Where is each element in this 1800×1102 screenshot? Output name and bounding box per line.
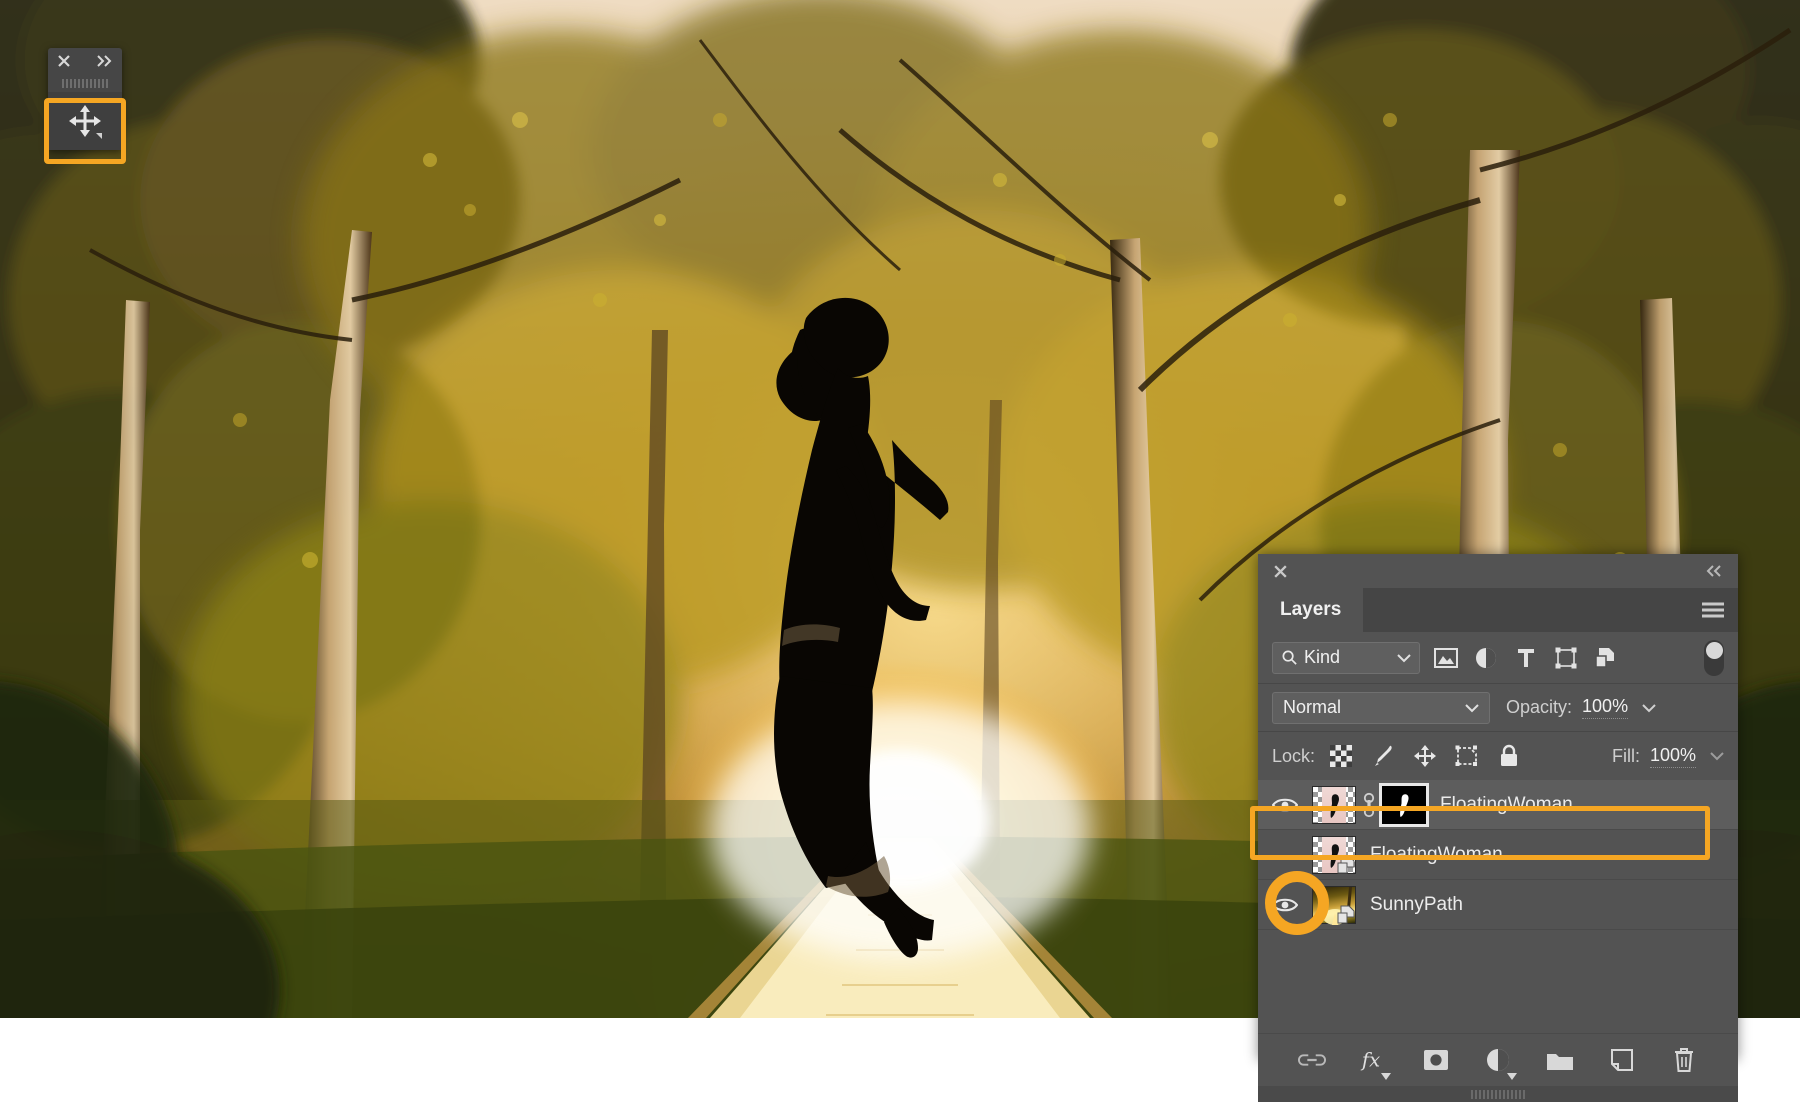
tab-layers-label: Layers (1280, 599, 1341, 621)
type-layer-filter-icon[interactable] (1514, 646, 1538, 670)
smart-object-badge-icon (1337, 855, 1357, 875)
blend-mode-row[interactable]: Normal Opacity: 100% (1258, 684, 1738, 732)
opacity-label: Opacity: (1506, 697, 1572, 718)
delete-layer-icon[interactable] (1670, 1046, 1698, 1074)
layer-name[interactable]: FloatingWoman (1370, 844, 1503, 866)
opacity-value[interactable]: 100% (1582, 696, 1628, 719)
lock-transparent-pixels-icon[interactable] (1329, 744, 1353, 768)
layer-thumbnail[interactable] (1312, 836, 1356, 874)
tools-panel[interactable] (48, 48, 122, 150)
search-icon (1281, 649, 1298, 666)
move-tool-button[interactable] (48, 92, 122, 150)
double-chevron-right-icon[interactable] (96, 54, 114, 68)
panel-close-icon[interactable] (1272, 563, 1289, 580)
smart-object-filter-icon[interactable] (1594, 646, 1618, 670)
blend-mode-select[interactable]: Normal (1272, 692, 1490, 724)
opacity-dropdown-icon[interactable] (1642, 703, 1656, 713)
blend-mode-value: Normal (1283, 697, 1465, 718)
layers-panel-titlebar (1258, 554, 1738, 588)
chevron-down-icon[interactable] (1465, 703, 1479, 713)
new-layer-icon[interactable] (1608, 1046, 1636, 1074)
layer-mask-thumbnail[interactable] (1382, 786, 1426, 824)
close-icon[interactable] (56, 53, 72, 69)
filter-kind-select[interactable]: Kind (1272, 642, 1420, 674)
adjustment-layer-filter-icon[interactable] (1474, 646, 1498, 670)
eye-visible-icon (1272, 796, 1298, 814)
lock-position-icon[interactable] (1413, 744, 1437, 768)
chevron-down-icon[interactable] (1397, 653, 1411, 663)
layers-panel-tabbar[interactable]: Layers (1258, 588, 1738, 632)
filter-kind-value: Kind (1304, 647, 1391, 668)
lock-image-pixels-icon[interactable] (1371, 744, 1395, 768)
layer-visibility-toggle[interactable] (1258, 830, 1312, 879)
layer-thumbnail[interactable] (1312, 786, 1356, 824)
layer-visibility-toggle[interactable] (1258, 780, 1312, 829)
layer-name[interactable]: SunnyPath (1370, 894, 1463, 916)
fill-value[interactable]: 100% (1650, 745, 1696, 768)
panel-resize-grip[interactable] (1258, 1086, 1738, 1102)
filter-enable-toggle[interactable] (1704, 640, 1724, 676)
hamburger-menu-icon[interactable] (1702, 603, 1724, 618)
pixel-layer-filter-icon[interactable] (1434, 646, 1458, 670)
lock-all-icon[interactable] (1497, 744, 1521, 768)
new-group-icon[interactable] (1546, 1046, 1574, 1074)
lock-label: Lock: (1272, 746, 1315, 767)
layers-panel-bottom-bar[interactable]: fx (1258, 1033, 1738, 1086)
lock-artboard-nesting-icon[interactable] (1455, 744, 1479, 768)
layer-filter-row[interactable]: Kind (1258, 632, 1738, 684)
layer-visibility-toggle[interactable] (1258, 880, 1312, 929)
fill-label: Fill: (1612, 746, 1640, 767)
table-row[interactable]: FloatingWoman (1258, 830, 1738, 880)
move-tool-icon (66, 102, 104, 140)
lock-row[interactable]: Lock: Fill: 100% (1258, 732, 1738, 780)
panel-collapse-icon[interactable] (1706, 564, 1724, 578)
layer-name[interactable]: FloatingWoman ... (1440, 794, 1594, 816)
eye-visible-icon (1272, 896, 1298, 914)
tools-panel-header (48, 48, 122, 74)
eye-hidden-empty (1272, 846, 1298, 864)
layers-list[interactable]: FloatingWoman ... (1258, 780, 1738, 930)
shape-layer-filter-icon[interactable] (1554, 646, 1578, 670)
tools-panel-grip[interactable] (48, 74, 122, 92)
layer-style-fx-icon[interactable]: fx (1360, 1046, 1388, 1074)
svg-text:fx: fx (1360, 1049, 1380, 1072)
tab-layers[interactable]: Layers (1258, 588, 1363, 632)
mask-link-icon[interactable] (1362, 792, 1376, 818)
smart-object-badge-icon (1337, 905, 1357, 925)
layers-panel[interactable]: Layers Kind (1258, 554, 1738, 1060)
link-layers-icon[interactable] (1298, 1046, 1326, 1074)
new-adjustment-layer-icon[interactable] (1484, 1046, 1512, 1074)
table-row[interactable]: FloatingWoman ... (1258, 780, 1738, 830)
add-layer-mask-icon[interactable] (1422, 1046, 1450, 1074)
layer-thumbnail[interactable] (1312, 886, 1356, 924)
table-row[interactable]: SunnyPath (1258, 880, 1738, 930)
fill-dropdown-icon[interactable] (1710, 751, 1724, 761)
